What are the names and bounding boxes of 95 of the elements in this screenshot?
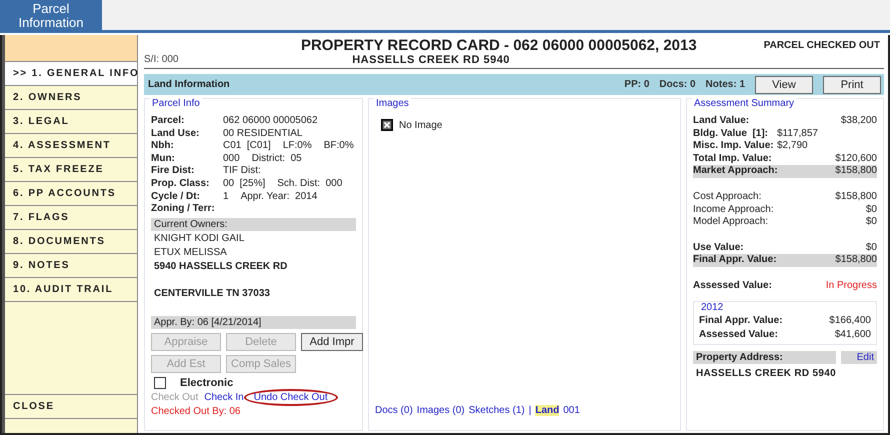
- field-label: Mun:: [151, 152, 176, 166]
- summary-value: $0: [864, 216, 877, 229]
- summary-value: $0: [864, 242, 877, 254]
- field-value: 062 06000 00005062: [223, 115, 318, 128]
- summary-label: Assessed Value:: [699, 328, 779, 342]
- tab[interactable]: Parcel Information: [0, 0, 102, 30]
- notes-count: Notes: 1: [706, 79, 745, 90]
- summary-label: Use Value:: [693, 242, 745, 254]
- status-text: PARCEL CHECKED OUT: [764, 40, 881, 51]
- page-title: PROPERTY RECORD CARD - 062 06000 00005062, 2013: [300, 37, 698, 54]
- checkbox[interactable]: [154, 376, 166, 389]
- si-text: S/I: 000: [144, 54, 178, 66]
- summary-label: Cost Approach:: [693, 190, 762, 204]
- panel-legend: Parcel Info: [150, 98, 202, 109]
- docs-count: Docs: 0: [659, 79, 696, 90]
- summary-label: Bldg. Value [1]:: [693, 128, 770, 140]
- summary-value: $0: [864, 204, 877, 216]
- sidebar-item[interactable]: 10. AUDIT TRAIL: [5, 278, 137, 302]
- summary-value: $41,600: [834, 328, 871, 342]
- owner-line: ETUX MELISSA: [153, 246, 228, 259]
- sidebar-item[interactable]: 8. DOCUMENTS: [5, 230, 137, 254]
- bar-button[interactable]: Print: [823, 76, 881, 94]
- field-value: TIF Dist:: [223, 165, 261, 178]
- field-value: District: 05: [252, 152, 302, 166]
- summary-label: Assessed Value:: [693, 280, 773, 293]
- owner-line: CENTERVILLE TN 37033: [153, 286, 271, 300]
- action-link[interactable]: Undo Check Out: [244, 388, 338, 406]
- field-value: C01 [C01]: [223, 140, 271, 153]
- field-value: 00 RESIDENTIAL: [223, 128, 302, 140]
- field-value: BF:0%: [324, 140, 354, 153]
- checkbox-label: Electronic: [180, 376, 234, 389]
- field-label: Land Use:: [151, 128, 200, 140]
- summary-value: $117,857: [777, 128, 819, 140]
- sidebar-item[interactable]: >> 1. GENERAL INFO: [5, 62, 137, 86]
- field-value: 00 [25%]: [223, 178, 266, 191]
- summary-label: Final Appr. Value:: [699, 314, 784, 328]
- summary-value: $38,200: [840, 115, 877, 128]
- image-link[interactable]: Sketches (1): [468, 405, 525, 416]
- field-label: Zoning / Terr:: [151, 203, 216, 216]
- field-label: Prop. Class:: [151, 178, 210, 191]
- address-text: HASSELLS CREEK RD 5940: [351, 54, 511, 66]
- close-item[interactable]: CLOSE: [5, 395, 137, 419]
- owners-header: Current Owners:: [151, 218, 356, 231]
- summary-value: $158,800: [834, 165, 877, 178]
- appraised-by: Appr. By: 06 [4/21/2014]: [151, 316, 356, 329]
- summary-label: Market Approach:: [693, 165, 777, 178]
- image-link[interactable]: Images (0): [416, 405, 465, 416]
- summary-value: $120,600: [834, 152, 877, 166]
- no-image-text: No Image: [399, 120, 442, 130]
- summary-label: Land Value:: [693, 115, 750, 128]
- owner-line: 5940 HASSELLS CREEK RD: [153, 260, 288, 273]
- image-link[interactable]: Docs (0): [375, 405, 413, 416]
- image-link[interactable]: Land: [535, 405, 560, 416]
- section-title: Land Information: [148, 79, 231, 90]
- sidebar-item[interactable]: 2. OWNERS: [5, 86, 137, 110]
- checked-out-text: Checked Out By: 06: [151, 406, 242, 417]
- summary-label: Income Approach:: [693, 204, 775, 216]
- bar-button[interactable]: View: [755, 76, 813, 94]
- pp-count: PP: 0: [624, 79, 650, 90]
- action-link[interactable]: Check In: [204, 392, 244, 403]
- edit-link[interactable]: Edit: [841, 350, 877, 364]
- summary-label: Model Approach:: [693, 216, 770, 229]
- field-value: LF:0%: [282, 140, 312, 153]
- summary-value: $158,800: [834, 190, 877, 204]
- summary-label: Total Imp. Value:: [693, 152, 773, 166]
- sidebar-item[interactable]: 3. LEGAL: [5, 110, 137, 134]
- field-label: Parcel:: [151, 115, 186, 128]
- field-label: Cycle / Dt:: [151, 190, 201, 204]
- summary-value: $2,790: [777, 140, 809, 153]
- field-value: 1: [223, 190, 229, 204]
- panel-legend: Images: [374, 98, 411, 109]
- field-label: Nbh:: [151, 140, 175, 153]
- summary-value: $158,800: [834, 254, 877, 267]
- field-value: Appr. Year: 2014: [240, 190, 318, 204]
- sidebar-item[interactable]: 9. NOTES: [5, 254, 137, 278]
- broken-image-icon: [381, 119, 393, 131]
- panel-legend: Assessment Summary: [692, 98, 796, 109]
- address-header: Property Address:: [693, 350, 836, 364]
- sidebar-item[interactable]: 4. ASSESSMENT: [5, 134, 137, 158]
- property-address: HASSELLS CREEK RD 5940: [695, 366, 837, 381]
- field-label: Fire Dist:: [151, 165, 196, 178]
- image-link[interactable]: |: [528, 405, 532, 416]
- field-value: 000: [223, 152, 240, 166]
- sidebar-item[interactable]: 7. FLAGS: [5, 206, 137, 230]
- summary-label: Final Appr. Value:: [693, 254, 777, 267]
- sidebar-item[interactable]: 6. PP ACCOUNTS: [5, 182, 137, 206]
- action-button[interactable]: Add Impr: [301, 332, 363, 351]
- sidebar-item[interactable]: 5. TAX FREEZE: [5, 158, 137, 182]
- owner-line: KNIGHT KODI GAIL: [153, 232, 246, 245]
- year-legend: 2012: [699, 302, 726, 313]
- summary-value: In Progress: [824, 280, 877, 293]
- summary-label: Misc. Imp. Value:: [693, 140, 775, 153]
- image-link[interactable]: 001: [563, 405, 580, 416]
- summary-value: $166,400: [828, 314, 871, 328]
- field-value: Sch. Dist: 000: [277, 178, 342, 191]
